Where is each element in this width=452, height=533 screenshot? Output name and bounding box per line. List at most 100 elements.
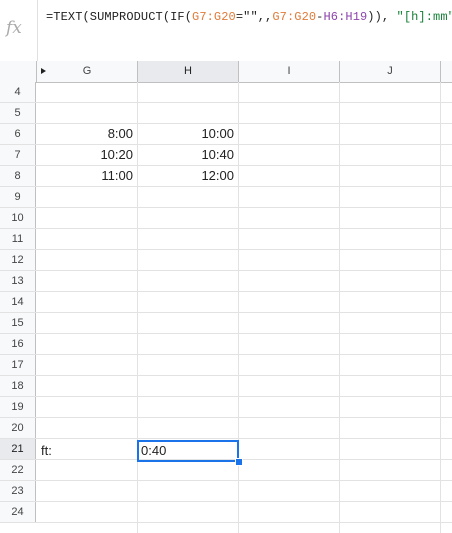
row-header[interactable]: 11 [0,229,36,249]
sheet-row: 4 [0,82,452,103]
row-header[interactable]: 7 [0,145,36,165]
sheet-row: 19 [0,397,452,418]
cell-g21-overflow-label[interactable]: ft: [37,441,137,461]
sheet-row: 9 [0,187,452,208]
cell-g[interactable] [37,292,137,312]
formula-token: G7:G20 [192,10,236,24]
sheet-row: 23 [0,481,452,502]
cell-h[interactable]: 12:00 [138,166,238,186]
formula-token: H6:H19 [323,10,368,24]
sheet-row: 10 [0,208,452,229]
row-header[interactable]: 12 [0,250,36,270]
row-header[interactable]: 4 [0,82,36,102]
cell-h[interactable] [138,460,238,480]
formula-bar-divider [37,0,38,61]
column-header-g[interactable]: G [37,61,138,82]
cell-g[interactable] [37,313,137,333]
formula-token: G7:G20 [272,10,317,24]
column-header-i[interactable]: I [239,61,340,82]
sheet-row: 13 [0,271,452,292]
cell-g[interactable] [37,418,137,438]
row-header[interactable]: 10 [0,208,36,228]
select-all-corner[interactable] [0,61,37,82]
cell-g[interactable] [37,460,137,480]
cell-g[interactable] [37,250,137,270]
row-header[interactable]: 24 [0,502,36,522]
cell-h[interactable] [138,313,238,333]
row-header[interactable]: 22 [0,460,36,480]
cell-h[interactable] [138,229,238,249]
cell-h[interactable] [138,376,238,396]
sheet-row: 8 11:00 12:00 [0,166,452,187]
row-header[interactable]: 20 [0,418,36,438]
cell-h[interactable] [138,250,238,270]
cell-h[interactable] [138,397,238,417]
cell-h[interactable]: 10:00 [138,124,238,144]
cell-g[interactable] [37,103,137,123]
row-header[interactable]: 17 [0,355,36,375]
cell-h[interactable] [138,481,238,501]
fx-icon: fx [6,18,22,38]
grid-line [440,82,441,533]
cell-g[interactable] [37,376,137,396]
cell-h[interactable] [138,334,238,354]
row-header[interactable]: 19 [0,397,36,417]
sheet-row: 17 [0,355,452,376]
cell-h[interactable] [138,103,238,123]
row-header[interactable]: 8 [0,166,36,186]
row-header[interactable]: 13 [0,271,36,291]
formula-token: ="",, [235,10,273,24]
sheet-row: 11 [0,229,452,250]
cell-g[interactable] [37,397,137,417]
column-header-j[interactable]: J [340,61,441,82]
grid-line [339,82,340,533]
cell-g[interactable] [37,502,137,522]
row-header[interactable]: 9 [0,187,36,207]
column-header-h[interactable]: H [138,61,239,82]
sheet-row: 16 [0,334,452,355]
row-header[interactable]: 6 [0,124,36,144]
sheet-row: 14 [0,292,452,313]
fill-handle[interactable] [235,458,243,466]
formula-token: =TEXT(SUMPRODUCT(IF( [46,10,193,24]
row-header[interactable]: 21 [0,439,36,459]
formula-token: "[h]:mm" [396,10,452,24]
cell-g[interactable] [37,187,137,207]
cell-h[interactable] [138,355,238,375]
cell-g[interactable] [37,355,137,375]
cell-g[interactable] [37,334,137,354]
sheet-row: 7 10:20 10:40 [0,145,452,166]
grid-line [137,82,138,533]
formula-bar[interactable]: fx =TEXT(SUMPRODUCT(IF(G7:G20="",,G7:G20… [0,0,452,62]
row-header[interactable]: 23 [0,481,36,501]
sheet-row: 6 8:00 10:00 [0,124,452,145]
cell-h[interactable]: 10:40 [138,145,238,165]
formula-token: )), [367,10,397,24]
cell-h[interactable] [138,208,238,228]
row-header[interactable]: 16 [0,334,36,354]
cell-g[interactable] [37,481,137,501]
cell-g[interactable] [37,208,137,228]
selected-cell-value: 0:40 [141,443,167,458]
cell-h[interactable] [138,82,238,102]
sheet-row: 12 [0,250,452,271]
cell-g[interactable] [37,82,137,102]
cell-g[interactable]: 11:00 [37,166,137,186]
cell-h[interactable] [138,292,238,312]
cell-g[interactable]: 10:20 [37,145,137,165]
cell-h[interactable] [138,418,238,438]
cell-g[interactable] [37,229,137,249]
row-header[interactable]: 18 [0,376,36,396]
cell-g[interactable]: 8:00 [37,124,137,144]
sheet-row: 20 [0,418,452,439]
cell-h[interactable] [138,271,238,291]
row-header[interactable]: 5 [0,103,36,123]
cell-h[interactable] [138,187,238,207]
sheet-row: 22 [0,460,452,481]
cell-h[interactable] [138,502,238,522]
column-header-row: G H I J [0,61,452,83]
row-header[interactable]: 14 [0,292,36,312]
row-header[interactable]: 15 [0,313,36,333]
cell-g[interactable] [37,271,137,291]
formula-input[interactable]: =TEXT(SUMPRODUCT(IF(G7:G20="",,G7:G20-H6… [46,10,452,24]
